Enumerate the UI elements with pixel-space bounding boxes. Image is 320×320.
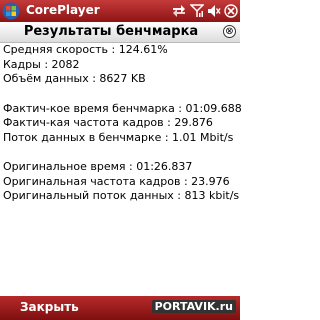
avg-speed-line: Средняя скорость : 124.61%: [3, 43, 168, 56]
close-softkey[interactable]: Закрыть: [20, 300, 79, 314]
original-fps-line: Оригинальная частота кадров : 23.976: [3, 174, 230, 188]
speaker-muted-icon[interactable]: [207, 4, 221, 18]
dialog-title: Результаты бенчмарка: [23, 24, 199, 39]
close-icon[interactable]: [224, 4, 238, 18]
start-logo-icon[interactable]: [2, 2, 20, 20]
sync-icon[interactable]: [171, 4, 187, 18]
actual-fps-line: Фактич-кая частота кадров : 29.876: [3, 116, 213, 129]
benchmark-results: Средняя скорость : 124.61% Кадры : 2082 …: [3, 43, 242, 204]
status-bar: CorePlayer: [0, 0, 240, 22]
original-rate-line: Оригинальный поток данных : 813 kbit/s: [3, 189, 240, 202]
status-icons: [171, 2, 238, 20]
dialog-close-button[interactable]: ⊗: [223, 25, 236, 38]
watermark-logo: PORTAVIK.ru: [151, 300, 236, 313]
data-volume-line: Объём данных : 8627 KB: [3, 72, 146, 85]
actual-time-line: Фактич-кое время бенчмарка : 01:09.688: [3, 101, 242, 115]
dialog-title-bar: Результаты бенчмарка ⊗: [0, 22, 240, 43]
frames-line: Кадры : 2082: [3, 57, 80, 71]
signal-icon[interactable]: [190, 4, 204, 18]
app-title: CorePlayer: [26, 3, 100, 17]
original-time-line: Оригинальное время : 01:26.837: [3, 160, 193, 173]
data-rate-line: Поток данных в бенчмарке : 1.01 Mbit/s: [3, 130, 234, 144]
